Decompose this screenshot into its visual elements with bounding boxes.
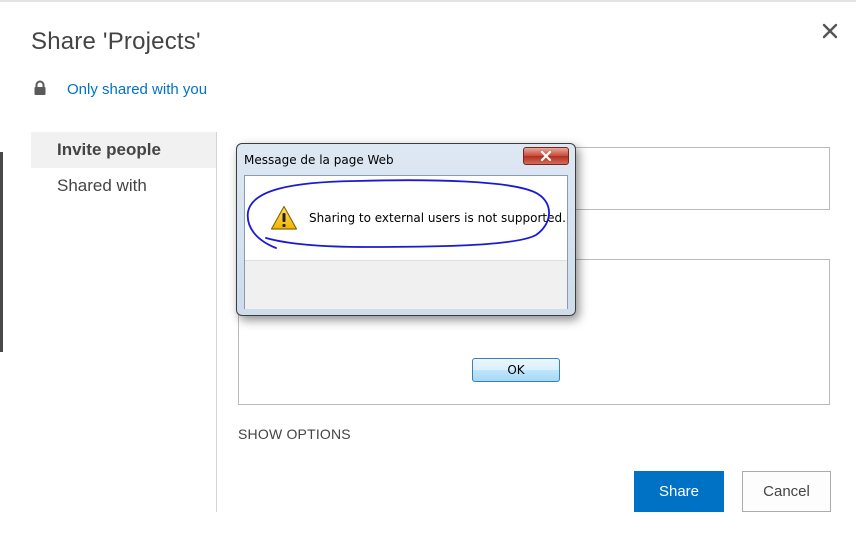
page-title: Share 'Projects' — [31, 28, 201, 55]
close-icon — [540, 151, 552, 161]
ok-button[interactable]: OK — [472, 358, 560, 382]
alert-title: Message de la page Web — [244, 153, 394, 167]
alert-footer: OK — [245, 260, 567, 382]
background-window-edge — [0, 152, 3, 352]
warning-icon — [270, 205, 298, 231]
close-icon[interactable] — [819, 20, 843, 44]
show-options-link[interactable]: SHOW OPTIONS — [238, 426, 351, 442]
side-nav: Invite people Shared with — [31, 132, 216, 204]
nav-item-shared-with[interactable]: Shared with — [31, 168, 216, 204]
nav-divider — [216, 132, 217, 512]
nav-item-invite-people[interactable]: Invite people — [31, 132, 216, 168]
lock-icon — [33, 80, 47, 96]
alert-dialog: Message de la page Web Sharing to extern… — [236, 143, 576, 382]
alert-body: Sharing to external users is not support… — [244, 175, 568, 382]
alert-close-button[interactable] — [523, 147, 569, 165]
sharing-status-link[interactable]: Only shared with you — [67, 81, 207, 98]
share-dialog: Share 'Projects' Only shared with you In… — [0, 0, 856, 544]
alert-message: Sharing to external users is not support… — [309, 211, 566, 225]
share-button[interactable]: Share — [634, 471, 724, 512]
cancel-button[interactable]: Cancel — [742, 471, 831, 512]
